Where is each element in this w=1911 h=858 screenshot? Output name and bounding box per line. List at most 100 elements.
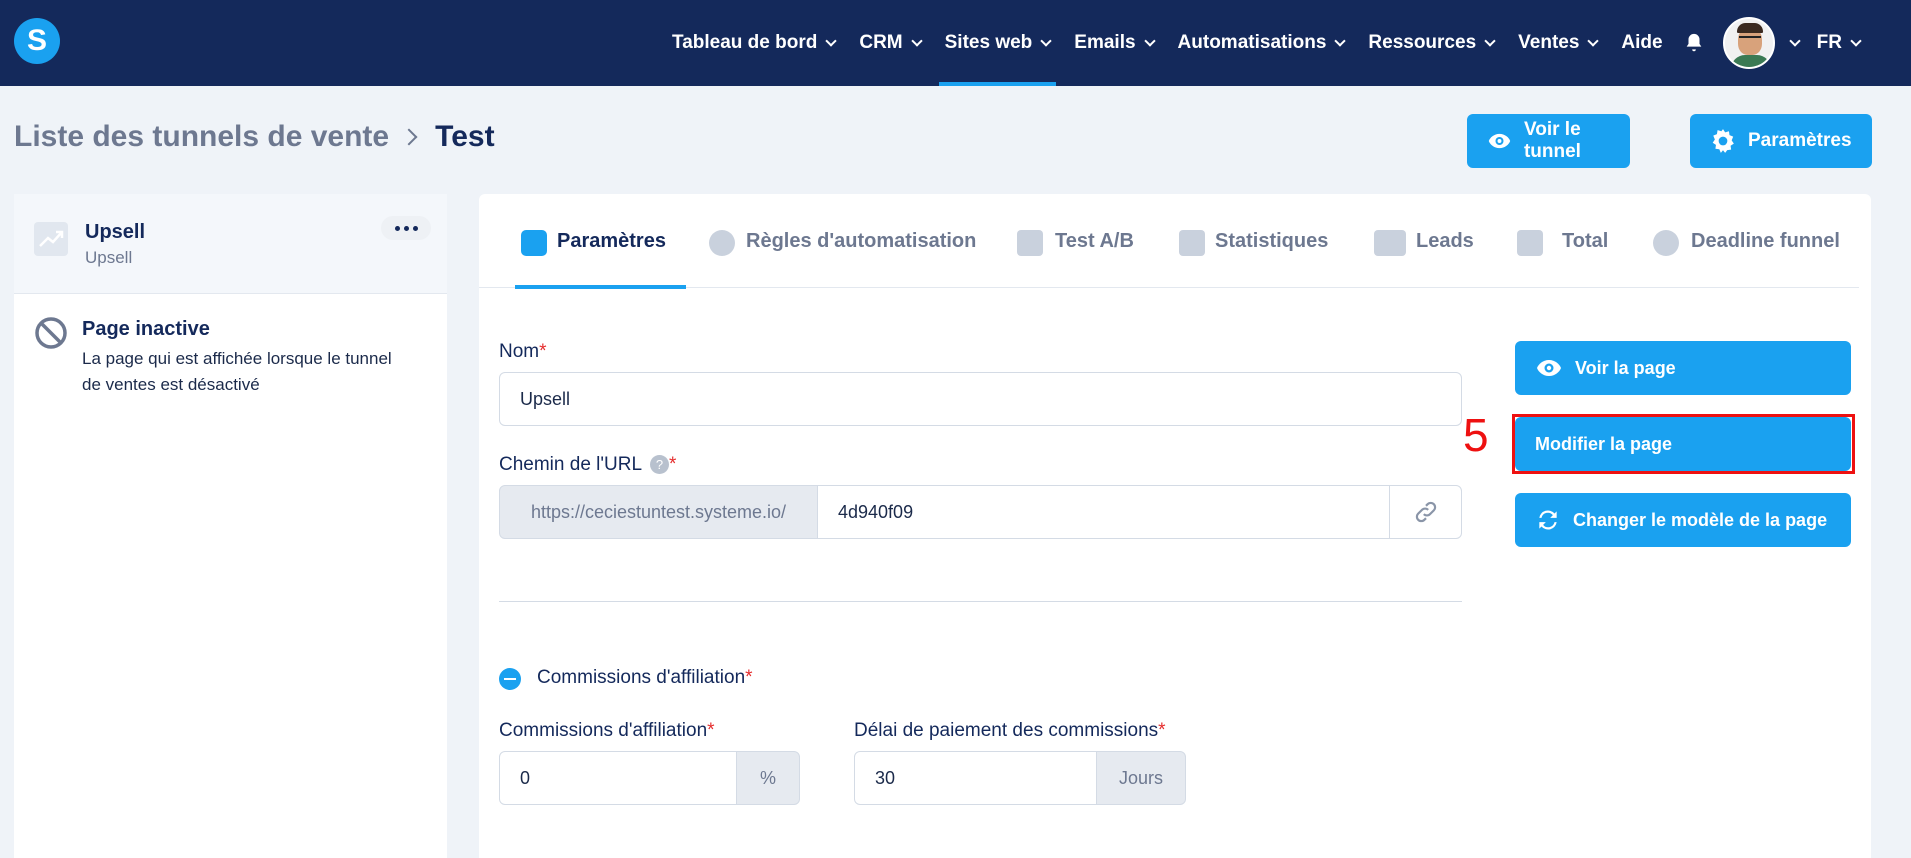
tab-regles-automatisation[interactable]: Règles d'automatisation <box>746 194 976 288</box>
tab-statistiques[interactable]: Statistiques <box>1215 194 1328 288</box>
url-path-input[interactable]: 4d940f09 <box>817 485 1390 539</box>
tab-label: Statistiques <box>1215 229 1329 252</box>
nav-label: Ressources <box>1368 32 1477 53</box>
nav-item-ressources[interactable]: Ressources <box>1356 0 1506 86</box>
chevron-down-icon <box>910 34 923 47</box>
change-template-label: Changer le modèle de la page <box>1573 509 1828 530</box>
tab-total[interactable]: Total <box>1562 194 1608 288</box>
nav-label: CRM <box>859 32 903 53</box>
highlight-box <box>1512 414 1855 474</box>
copy-link-button[interactable] <box>1389 485 1462 539</box>
divider <box>499 601 1462 602</box>
tab-label: Deadline funnel <box>1691 229 1840 252</box>
tab-label: Paramètres <box>557 229 666 252</box>
sliders-icon <box>521 230 547 256</box>
change-template-button[interactable]: Changer le modèle de la page <box>1515 493 1851 547</box>
language-label: FR <box>1816 32 1842 53</box>
inactive-page-title[interactable]: Page inactive <box>82 318 210 341</box>
view-page-label: Voir la page <box>1575 357 1676 378</box>
breadcrumb-current: Test <box>435 120 495 153</box>
nav-item-ventes[interactable]: Ventes <box>1506 0 1609 86</box>
user-avatar[interactable] <box>1722 17 1775 69</box>
tab-label: Règles d'automatisation <box>746 229 977 252</box>
percent-addon: % <box>736 751 800 805</box>
nav-label: Aide <box>1621 32 1663 53</box>
tab-deadline-funnel[interactable]: Deadline funnel <box>1691 194 1840 288</box>
tab-leads[interactable]: Leads <box>1416 194 1474 288</box>
chevron-down-icon <box>1850 34 1862 47</box>
view-funnel-button[interactable]: Voir le tunnel <box>1467 114 1630 168</box>
settings-label: Paramètres <box>1748 130 1852 151</box>
avatar-menu-toggle[interactable] <box>1775 0 1805 86</box>
nav-label: Tableau de bord <box>672 32 818 53</box>
delay-label: Délai de paiement des commissions* <box>854 720 1166 741</box>
tab-label: Leads <box>1416 229 1474 252</box>
tab-label: Total <box>1562 229 1609 252</box>
chevron-right-icon <box>400 128 418 146</box>
nav-item-tableau-de-bord[interactable]: Tableau de bord <box>660 0 847 86</box>
app-logo[interactable]: S <box>14 18 60 64</box>
bell-icon[interactable] <box>1683 32 1705 54</box>
disabled-icon <box>35 317 67 349</box>
collapse-icon[interactable] <box>499 668 521 690</box>
bar-chart-icon <box>1179 230 1205 256</box>
more-options-icon[interactable] <box>381 216 431 240</box>
trend-up-icon <box>34 222 68 256</box>
language-selector[interactable]: FR <box>1805 0 1872 86</box>
step-annotation: 5 <box>1463 409 1489 461</box>
main-panel: Paramètres Règles d'automatisation Test … <box>479 194 1871 858</box>
chevron-down-icon <box>1040 34 1052 47</box>
view-funnel-label: Voir le tunnel <box>1523 119 1581 162</box>
main-nav: Tableau de bord CRM Sites web Emails Aut… <box>660 0 1872 86</box>
link-icon <box>1415 501 1436 523</box>
name-label: Nom* <box>499 341 547 362</box>
nav-item-crm[interactable]: CRM <box>847 0 932 86</box>
refresh-icon <box>1539 510 1557 530</box>
settings-button[interactable]: Paramètres <box>1690 114 1872 168</box>
url-prefix: https://ceciestuntest.systeme.io/ <box>499 485 818 539</box>
chevron-down-icon <box>1484 34 1496 47</box>
tab-test-ab[interactable]: Test A/B <box>1055 194 1134 288</box>
top-navbar: S Tableau de bord CRM Sites web Emails A… <box>0 0 1911 86</box>
chevron-down-icon <box>825 34 838 47</box>
nav-item-emails[interactable]: Emails <box>1062 0 1165 86</box>
commission-label: Commissions d'affiliation* <box>499 720 715 741</box>
inactive-page-description: La page qui est affichée lorsque le tunn… <box>82 349 392 394</box>
chevron-down-icon <box>1587 34 1600 47</box>
chevron-down-icon <box>1788 34 1801 47</box>
days-addon: Jours <box>1096 751 1186 805</box>
sidebar-item-subtitle: Upsell <box>85 248 133 267</box>
split-icon <box>1017 230 1043 256</box>
nav-item-automatisations[interactable]: Automatisations <box>1166 0 1357 86</box>
breadcrumb: Liste des tunnels de vente Test <box>14 120 495 154</box>
clock-icon <box>1653 230 1679 256</box>
bolt-icon <box>709 230 735 256</box>
nav-label: Automatisations <box>1177 32 1327 53</box>
commission-input[interactable]: 0 <box>499 751 737 805</box>
chevron-down-icon <box>1143 34 1156 47</box>
funnel-steps-sidebar: Upsell Upsell Page inactive La page qui … <box>14 194 447 858</box>
view-page-button[interactable]: Voir la page <box>1515 341 1851 395</box>
nav-label: Sites web <box>944 32 1033 53</box>
url-path-label: Chemin de l'URL? * <box>499 454 677 475</box>
eye-icon <box>1537 360 1561 376</box>
sidebar-item-title: Upsell <box>85 221 146 243</box>
sidebar-item-upsell[interactable]: Upsell Upsell <box>14 194 447 294</box>
breadcrumb-funnel-list[interactable]: Liste des tunnels de vente <box>14 120 389 154</box>
nav-item-sites-web[interactable]: Sites web <box>933 0 1063 86</box>
tab-label: Test A/B <box>1055 229 1134 252</box>
dollar-icon <box>1517 230 1543 256</box>
nav-item-aide[interactable]: Aide <box>1609 0 1674 86</box>
chevron-down-icon <box>1334 34 1347 47</box>
tab-parametres[interactable]: Paramètres <box>515 194 686 289</box>
delay-input[interactable]: 30 <box>854 751 1097 805</box>
name-input[interactable]: Upsell <box>499 372 1462 426</box>
nav-label: Ventes <box>1518 32 1580 53</box>
users-icon <box>1374 230 1406 256</box>
help-icon[interactable]: ? <box>650 455 670 475</box>
affiliation-section-title[interactable]: Commissions d'affiliation* <box>537 667 753 689</box>
nav-label: Emails <box>1074 32 1136 53</box>
gear-icon <box>1712 129 1734 153</box>
tab-bar: Paramètres Règles d'automatisation Test … <box>479 194 1859 289</box>
eye-icon <box>1488 133 1511 149</box>
